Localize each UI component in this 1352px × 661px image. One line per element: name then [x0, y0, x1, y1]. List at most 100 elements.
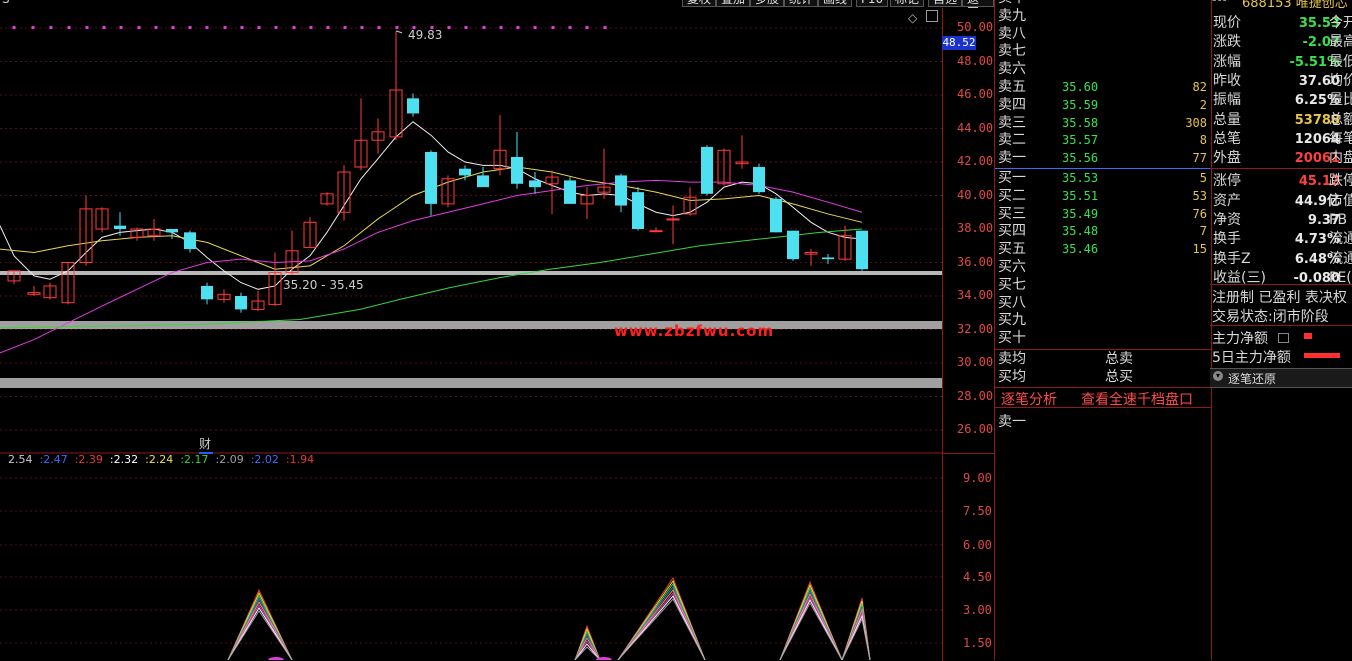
order-book-row[interactable]: 买九: [995, 312, 1211, 329]
finance-marker[interactable]: 财: [199, 438, 213, 454]
level-price: 35.56: [1062, 151, 1099, 166]
quote-label-2: 内盘: [1329, 150, 1352, 167]
level-label: 买四: [998, 223, 1026, 240]
order-book-row[interactable]: 买四 35.48 7: [995, 223, 1211, 240]
level-label: 卖二: [998, 132, 1026, 149]
indicator-axis-label: 6.00: [963, 538, 992, 552]
diamond-icon[interactable]: ◇: [908, 11, 917, 25]
order-book-row[interactable]: 买三 35.49 76: [995, 206, 1211, 223]
quote-row: 涨跌 -2.07 最高: [1210, 33, 1352, 52]
order-book-row[interactable]: 卖七: [995, 43, 1211, 60]
order-book-row[interactable]: 买六: [995, 259, 1211, 276]
indicator-value: :2.39: [74, 453, 103, 466]
toolbar-button[interactable]: 自选: [928, 0, 963, 7]
order-book-row[interactable]: 买二 35.51 53: [995, 188, 1211, 205]
level-label: 卖三: [998, 114, 1026, 131]
level-volume: 5: [1199, 171, 1207, 185]
level-price: 35.46: [1062, 242, 1099, 257]
level-label: 买六: [998, 259, 1026, 275]
quote-label-2: PE(动): [1329, 269, 1352, 286]
order-book-row[interactable]: 卖八: [995, 26, 1211, 43]
order-book-row[interactable]: 卖十: [995, 0, 1211, 7]
price-axis-label: 46.00: [957, 87, 994, 101]
price-axis-label: 38.00: [957, 221, 994, 235]
quote-row: 净资 9.37 PB: [1210, 211, 1352, 230]
quote-label: 涨停: [1213, 173, 1241, 190]
quote-label: 换手Z: [1213, 250, 1251, 267]
toolbar-button[interactable]: 画线: [818, 0, 853, 7]
order-book-row[interactable]: 卖六: [995, 61, 1211, 78]
order-book-row[interactable]: 卖三 35.58 308: [995, 115, 1211, 132]
price-axis: 50.00 48.00 46.00 44.00 42.00 40.00 38.00 36.00…: [942, 8, 995, 453]
order-book-row[interactable]: 买五 35.46 15: [995, 241, 1211, 258]
level-price: 35.60: [1062, 80, 1099, 94]
indicator-value: :2.47: [39, 453, 68, 466]
order-book-row[interactable]: 卖九: [995, 8, 1211, 25]
level-label: 卖八: [998, 25, 1026, 42]
order-book-row[interactable]: 买十: [995, 330, 1211, 347]
toolbar-button[interactable]: 统计: [784, 0, 819, 7]
order-book-row[interactable]: 卖一 35.56 77: [995, 150, 1211, 167]
quote-label-2: 最高: [1329, 34, 1352, 51]
order-book-row[interactable]: 买八: [995, 295, 1211, 312]
tags: 注册制 已盈利 表决权: [1212, 290, 1347, 306]
indicator-axis: 9.00 7.50 6.00 4.50 3.00 1.50: [942, 453, 995, 661]
level-label: 买三: [998, 205, 1026, 222]
level-label: 卖一: [998, 150, 1026, 167]
quote-label-2: 均价: [1329, 72, 1352, 89]
full-depth-link[interactable]: 查看全速千档盘口: [1081, 389, 1193, 409]
quote-panel: 500 688153 唯捷创芯 现价35.53今开涨跌-2.07最高涨幅-5.5…: [1210, 0, 1352, 660]
chevron-down-icon[interactable]: ▾: [1213, 371, 1223, 381]
quote-label: 净资: [1213, 212, 1241, 228]
bottom-ask-label: 卖一: [998, 414, 1026, 430]
main-net-5d-bar: [1304, 353, 1340, 358]
main-net-label: 主力净额: [1212, 331, 1268, 347]
price-axis-label: 34.00: [957, 288, 994, 302]
stock-title: 688153 唯捷创芯: [1242, 0, 1348, 8]
toolbar-button[interactable]: 返回: [962, 0, 994, 8]
candle: [632, 187, 644, 231]
indicator-values: 2.54:2.47:2.39:2.32:2.24:2.17:2.09:2.02:…: [0, 453, 314, 467]
level-label: 买九: [998, 312, 1026, 329]
toolbar-button[interactable]: F10: [856, 0, 889, 7]
toolbar-button[interactable]: 标记: [890, 0, 925, 7]
quote-row: 总笔 12064 每笔: [1210, 130, 1352, 149]
quote-label: 昨收: [1213, 72, 1241, 89]
header-small: 500: [1212, 0, 1227, 3]
order-book-row[interactable]: 卖二 35.57 8: [995, 132, 1211, 149]
level-price: 35.51: [1062, 188, 1099, 203]
level-price: 35.58: [1062, 115, 1099, 130]
settings-icon[interactable]: [926, 10, 938, 22]
order-book-row[interactable]: 卖五 35.60 82: [995, 79, 1211, 96]
quote-label-2: 量比: [1329, 92, 1352, 109]
price-axis-label: 40.00: [957, 187, 994, 202]
order-book: 卖十卖九卖八卖七卖六卖五 35.60 82 卖四 35.59 2 卖三 35.58 308 卖二 3…: [994, 0, 1212, 660]
candle: [787, 230, 799, 261]
price-axis-label: 48.00: [957, 53, 994, 68]
quote-row: 现价 35.53 今开: [1210, 14, 1352, 33]
quote-label: 资产: [1213, 192, 1241, 209]
level-label: 卖六: [998, 61, 1026, 78]
toolbar-button[interactable]: 多股: [750, 0, 785, 7]
indicator-axis-label: 7.50: [963, 504, 992, 518]
quote-row: 涨幅 -5.51% 最低: [1210, 53, 1352, 72]
toolbar-button[interactable]: 复权: [682, 0, 717, 7]
kline-chart[interactable]: [0, 0, 942, 660]
quote-label: 总量: [1213, 111, 1241, 128]
order-book-row[interactable]: 卖四 35.59 2: [995, 97, 1211, 114]
toolbar-button[interactable]: 叠加: [716, 0, 751, 7]
price-axis-label: 36.00: [957, 254, 994, 269]
quote-row: 外盘 20061 内盘: [1210, 149, 1352, 168]
indicator-value: :1.94: [285, 453, 315, 466]
level-label: 卖四: [998, 96, 1026, 113]
tick-analysis-link[interactable]: 逐笔分析: [1001, 389, 1057, 409]
level-volume: 308: [1185, 115, 1207, 130]
level-volume: 77: [1192, 151, 1207, 166]
indicator-axis-label: 9.00: [963, 471, 992, 485]
order-book-row[interactable]: 买一 35.53 5: [995, 170, 1211, 187]
indicator-axis-label: 1.50: [963, 636, 992, 650]
order-book-row[interactable]: 买七: [995, 277, 1211, 294]
list-icon[interactable]: [1278, 333, 1289, 343]
toolbar-left-label: S: [2, 0, 10, 6]
tick-restore-button[interactable]: 逐笔还原: [1228, 370, 1276, 387]
